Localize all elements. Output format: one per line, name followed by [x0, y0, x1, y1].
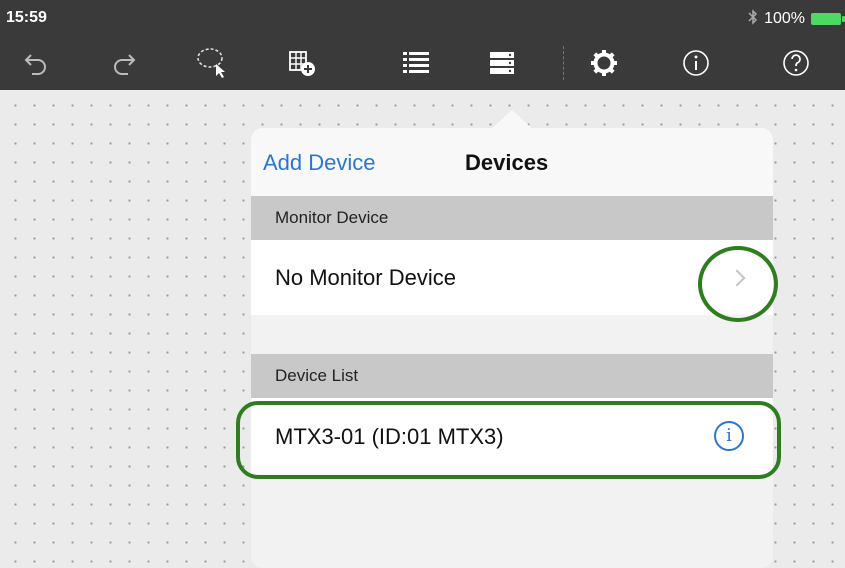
- add-device-button[interactable]: Add Device: [263, 150, 376, 176]
- info-icon[interactable]: [676, 44, 716, 82]
- device-list-section-header: Device List: [251, 354, 773, 398]
- undo-icon[interactable]: [16, 44, 56, 82]
- monitor-device-section-header: Monitor Device: [251, 196, 773, 240]
- section-header-label: Device List: [275, 366, 359, 385]
- battery-percent: 100%: [764, 9, 805, 27]
- add-grid-icon[interactable]: [282, 44, 322, 82]
- highlight-rounded-rect: [236, 401, 781, 479]
- toolbar: [0, 36, 845, 90]
- list-icon[interactable]: [396, 44, 436, 82]
- toolbar-separator: [563, 46, 564, 80]
- settings-gear-icon[interactable]: [584, 44, 624, 82]
- help-icon[interactable]: [776, 44, 816, 82]
- popover-title: Devices: [465, 150, 549, 175]
- status-time: 15:59: [6, 9, 47, 26]
- lasso-select-icon[interactable]: [192, 44, 232, 82]
- bluetooth-icon: [748, 9, 758, 28]
- status-right: 100%: [748, 9, 845, 28]
- devices-popover: Add Device Devices Monitor Device No Mon…: [251, 128, 773, 568]
- section-header-label: Monitor Device: [275, 208, 389, 227]
- monitor-device-value: No Monitor Device: [275, 265, 456, 290]
- popover-header: Add Device Devices: [251, 128, 773, 196]
- devices-icon[interactable]: [482, 44, 522, 82]
- status-bar: 15:59 100%: [0, 0, 845, 36]
- battery-icon: [811, 12, 845, 25]
- redo-icon[interactable]: [104, 44, 144, 82]
- highlight-circle: [698, 246, 778, 322]
- monitor-device-row[interactable]: No Monitor Device: [251, 240, 773, 315]
- popover-arrow: [490, 110, 534, 130]
